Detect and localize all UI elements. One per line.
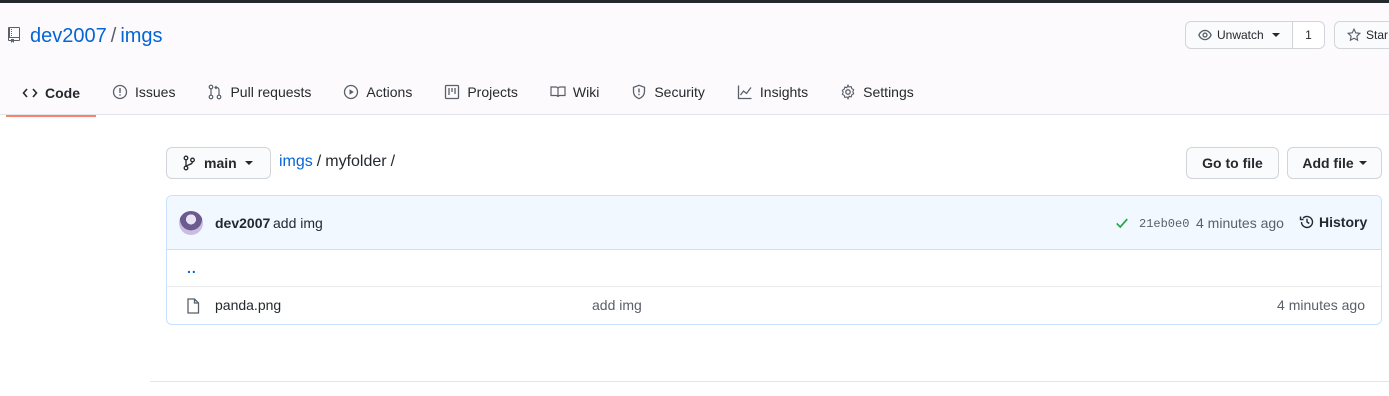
repo-owner-link[interactable]: dev2007 xyxy=(30,25,107,47)
chevron-down-icon xyxy=(1358,161,1367,165)
tab-code-label: Code xyxy=(45,84,80,101)
chevron-down-icon xyxy=(1271,33,1280,37)
watchers-count[interactable]: 1 xyxy=(1293,21,1325,49)
breadcrumb: imgs / myfolder / xyxy=(279,153,399,171)
issue-icon xyxy=(112,84,128,99)
project-icon xyxy=(445,84,460,99)
breadcrumb-repo-link[interactable]: imgs xyxy=(279,153,313,170)
latest-commit-bar: dev2007 add img 21eb0e0 4 minutes ago Hi… xyxy=(167,196,1381,250)
file-commit-message-link[interactable]: add img xyxy=(592,297,642,313)
history-link[interactable]: History xyxy=(1299,214,1367,230)
file-navigation: main imgs / myfolder / Go to file Add file xyxy=(166,147,1382,179)
commit-sha-link[interactable]: 21eb0e0 xyxy=(1139,217,1189,231)
branch-selector-button[interactable]: main xyxy=(166,147,271,179)
file-name-link[interactable]: panda.png xyxy=(215,297,281,313)
chevron-down-icon xyxy=(244,161,253,165)
go-to-file-button[interactable]: Go to file xyxy=(1186,147,1279,179)
file-commit-time: 4 minutes ago xyxy=(1277,297,1365,313)
tab-actions-label: Actions xyxy=(366,83,413,100)
tab-actions[interactable]: Actions xyxy=(327,68,428,115)
file-icon xyxy=(187,298,200,314)
eye-icon xyxy=(1198,29,1212,41)
tab-insights[interactable]: Insights xyxy=(721,68,824,115)
branch-name: main xyxy=(204,155,237,171)
unwatch-label: Unwatch xyxy=(1217,28,1264,42)
gear-icon xyxy=(841,83,855,100)
parent-directory-link[interactable]: .. xyxy=(187,260,197,276)
tab-insights-label: Insights xyxy=(759,83,809,100)
star-icon xyxy=(1347,28,1361,42)
tab-projects-label: Projects xyxy=(467,83,518,100)
tab-code[interactable]: Code xyxy=(6,68,96,117)
star-label: Star xyxy=(1366,28,1389,42)
list-item-parent-directory[interactable]: .. xyxy=(167,250,1381,287)
check-icon[interactable] xyxy=(1115,216,1129,230)
repo-name-link[interactable]: imgs xyxy=(120,25,162,47)
play-icon xyxy=(344,84,359,99)
tab-issues[interactable]: Issues xyxy=(96,68,191,115)
breadcrumb-trailing-separator: / xyxy=(390,153,396,170)
breadcrumb-current-folder: myfolder xyxy=(325,153,387,170)
history-label: History xyxy=(1319,214,1368,230)
tab-security-label: Security xyxy=(654,83,705,100)
repository-header: dev2007/imgs Unwatch 1 Star Code Issues … xyxy=(0,3,1389,118)
repo-title-separator: / xyxy=(110,25,117,47)
tab-pull-requests[interactable]: Pull requests xyxy=(191,68,327,115)
repo-tabs: Code Issues Pull requests Actions Projec… xyxy=(6,68,930,118)
tab-issues-label: Issues xyxy=(135,83,176,100)
repo-title: dev2007/imgs xyxy=(30,23,163,49)
commit-author-link[interactable]: dev2007 xyxy=(215,215,270,231)
file-listing: dev2007 add img 21eb0e0 4 minutes ago Hi… xyxy=(166,195,1382,325)
table-row: panda.png add img 4 minutes ago xyxy=(167,287,1381,324)
watch-group: Unwatch 1 xyxy=(1185,21,1325,49)
tab-settings-label: Settings xyxy=(863,83,914,100)
add-file-button[interactable]: Add file xyxy=(1287,147,1382,179)
repo-icon xyxy=(8,27,20,43)
history-icon xyxy=(1299,215,1314,229)
pull-request-icon xyxy=(209,84,222,99)
add-file-label: Add file xyxy=(1302,155,1354,171)
book-icon xyxy=(550,85,566,97)
tab-pull-requests-label: Pull requests xyxy=(230,83,312,100)
tab-wiki[interactable]: Wiki xyxy=(534,68,615,115)
footer-divider xyxy=(150,381,1389,382)
breadcrumb-separator: / xyxy=(316,153,322,170)
graph-icon xyxy=(737,85,752,99)
branch-icon xyxy=(183,155,195,171)
star-button[interactable]: Star xyxy=(1334,21,1389,49)
tab-security[interactable]: Security xyxy=(615,68,721,115)
commit-message-link[interactable]: add img xyxy=(273,215,323,231)
tab-wiki-label: Wiki xyxy=(572,83,600,100)
shield-icon xyxy=(633,84,646,99)
unwatch-button[interactable]: Unwatch xyxy=(1185,21,1293,49)
tab-projects[interactable]: Projects xyxy=(428,68,534,115)
tab-settings[interactable]: Settings xyxy=(824,68,930,115)
avatar[interactable] xyxy=(179,211,203,235)
commit-time: 4 minutes ago xyxy=(1196,215,1284,231)
code-icon xyxy=(22,87,38,98)
